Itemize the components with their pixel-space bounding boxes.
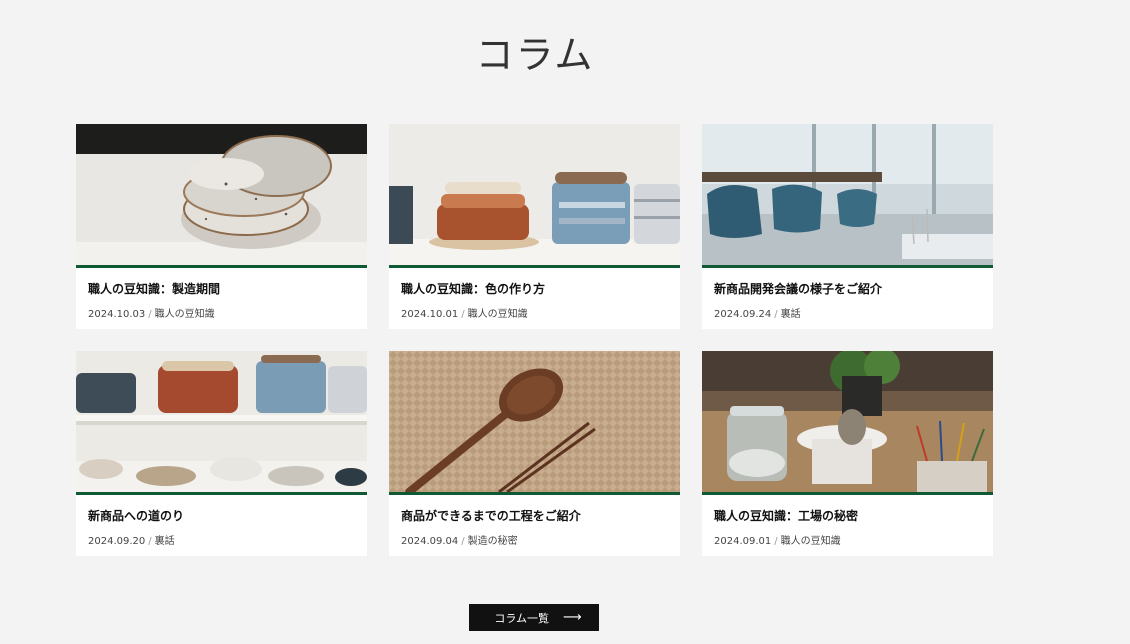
speckled-bowls-image	[76, 124, 367, 265]
column-date: 2024.09.01	[714, 536, 772, 547]
column-card[interactable]: 商品ができるまでの工程をご紹介 2024.09.04/製造の秘密	[389, 351, 680, 556]
column-thumbnail[interactable]	[76, 124, 367, 268]
column-date: 2024.09.24	[714, 309, 772, 320]
column-date: 2024.10.01	[401, 309, 459, 320]
column-card[interactable]: 職人の豆知識：色の作り方 2024.10.01/職人の豆知識	[389, 124, 680, 329]
column-meta: 2024.09.04/製造の秘密	[401, 532, 518, 547]
workshop-table-image	[702, 351, 993, 492]
column-title[interactable]: 商品ができるまでの工程をご紹介	[401, 507, 581, 524]
column-title[interactable]: 新商品開発会議の様子をご紹介	[714, 280, 882, 297]
column-title[interactable]: 職人の豆知識：工場の秘密	[714, 507, 858, 524]
column-thumbnail[interactable]	[76, 351, 367, 495]
meta-separator: /	[461, 536, 465, 547]
column-thumbnail[interactable]	[702, 124, 993, 268]
meta-separator: /	[461, 309, 465, 320]
column-category[interactable]: 裏話	[781, 309, 801, 320]
arrow-right-icon: ⟶	[563, 610, 582, 625]
column-card[interactable]: 新商品への道のり 2024.09.20/裏話	[76, 351, 367, 556]
page-title: コラム	[475, 33, 595, 77]
dish-shelves-image	[76, 351, 367, 492]
column-date: 2024.10.03	[88, 309, 146, 320]
column-meta: 2024.09.01/職人の豆知識	[714, 532, 841, 547]
column-card[interactable]: 新商品開発会議の様子をご紹介 2024.09.24/裏話	[702, 124, 993, 329]
column-card[interactable]: 職人の豆知識：工場の秘密 2024.09.01/職人の豆知識	[702, 351, 993, 556]
column-date: 2024.09.20	[88, 536, 146, 547]
column-category[interactable]: 裏話	[155, 536, 175, 547]
column-date: 2024.09.04	[401, 536, 459, 547]
meta-separator: /	[148, 536, 152, 547]
wooden-spoon-chopsticks-image	[389, 351, 680, 492]
column-category[interactable]: 職人の豆知識	[781, 536, 841, 547]
column-category[interactable]: 職人の豆知識	[155, 309, 215, 320]
column-thumbnail[interactable]	[389, 124, 680, 268]
column-list-button[interactable]: コラム一覧 ⟶	[469, 604, 599, 631]
column-meta: 2024.09.24/裏話	[714, 305, 801, 320]
column-meta: 2024.10.01/職人の豆知識	[401, 305, 528, 320]
column-list-button-label: コラム一覧	[494, 611, 550, 625]
column-thumbnail[interactable]	[389, 351, 680, 495]
meta-separator: /	[148, 309, 152, 320]
meta-separator: /	[774, 309, 778, 320]
meta-separator: /	[774, 536, 778, 547]
column-category[interactable]: 製造の秘密	[468, 536, 518, 547]
meeting-room-image	[702, 124, 993, 265]
column-title[interactable]: 職人の豆知識：色の作り方	[401, 280, 545, 297]
column-category[interactable]: 職人の豆知識	[468, 309, 528, 320]
column-meta: 2024.10.03/職人の豆知識	[88, 305, 215, 320]
column-title[interactable]: 新商品への道のり	[88, 507, 184, 524]
column-card[interactable]: 職人の豆知識：製造期間 2024.10.03/職人の豆知識	[76, 124, 367, 329]
column-title[interactable]: 職人の豆知識：製造期間	[88, 280, 220, 297]
column-meta: 2024.09.20/裏話	[88, 532, 175, 547]
plate-stacks-image	[389, 124, 680, 265]
column-thumbnail[interactable]	[702, 351, 993, 495]
